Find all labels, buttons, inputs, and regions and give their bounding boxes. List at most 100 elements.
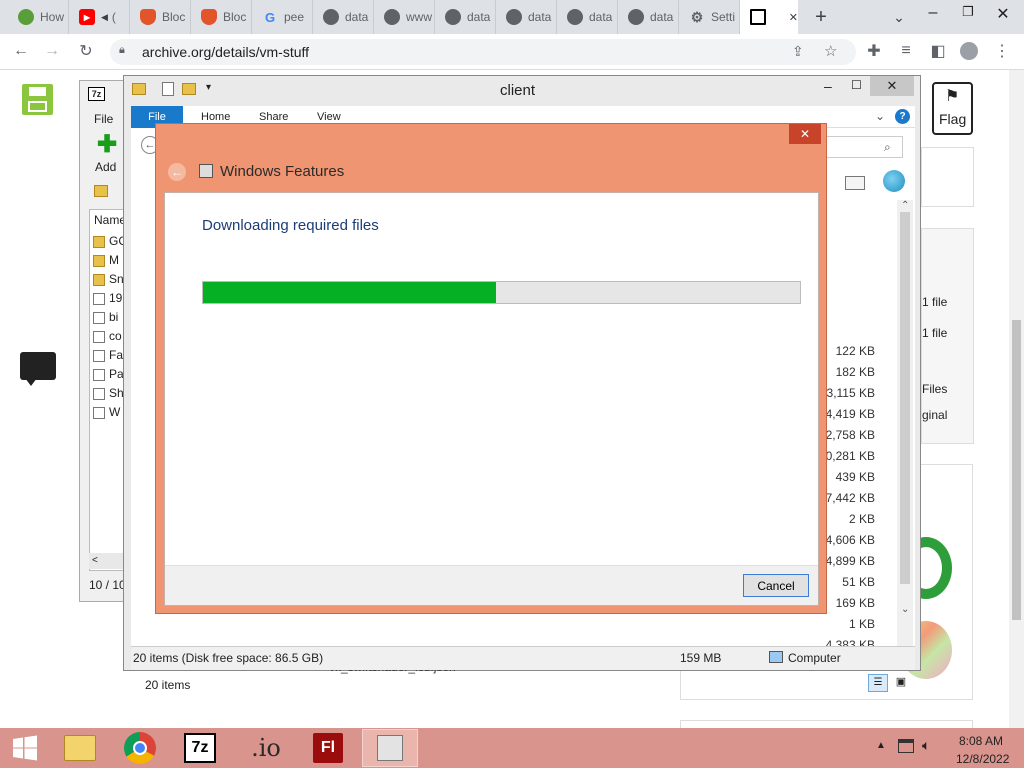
globe-icon bbox=[384, 9, 400, 25]
file-icon bbox=[93, 406, 105, 419]
io-taskbar-label: .io bbox=[251, 734, 281, 762]
browser-tab[interactable]: data bbox=[496, 0, 557, 34]
zip-file-row[interactable]: Sn bbox=[93, 272, 127, 290]
explorer-close-icon[interactable]: ✕ bbox=[870, 76, 914, 96]
folder-icon bbox=[93, 273, 105, 286]
browser-tab[interactable]: ⚙ Setti bbox=[679, 0, 740, 34]
cancel-button[interactable]: Cancel bbox=[743, 574, 809, 597]
folder-up-icon[interactable] bbox=[94, 185, 108, 197]
browser-tab[interactable]: ✕ bbox=[740, 0, 798, 34]
zip-file-row[interactable]: bi bbox=[93, 310, 127, 328]
dialog-heading: Downloading required files bbox=[202, 217, 379, 234]
large-icons-view-icon[interactable]: ▣ bbox=[892, 674, 910, 692]
ribbon-tab-share[interactable]: Share bbox=[259, 111, 288, 123]
file-count-2[interactable]: 1 file bbox=[922, 326, 947, 340]
bookmark-star-icon[interactable]: ☆ bbox=[824, 42, 837, 60]
zip-file-name: W bbox=[109, 405, 121, 419]
zip-file-row[interactable]: 19 bbox=[93, 291, 127, 309]
save-floppy-icon[interactable] bbox=[22, 84, 53, 115]
zip-file-row[interactable]: Fa bbox=[93, 348, 127, 366]
flag-icon: ⚑ bbox=[945, 88, 960, 105]
browser-tab[interactable]: data bbox=[618, 0, 679, 34]
comment-bubble-icon[interactable] bbox=[20, 352, 56, 380]
new-tab-button[interactable]: + bbox=[808, 4, 834, 30]
tab-close-icon[interactable]: ✕ bbox=[789, 11, 798, 24]
file-icon bbox=[93, 368, 105, 381]
forward-arrow-icon[interactable]: → bbox=[42, 41, 62, 61]
clock-date[interactable]: 12/8/2022 bbox=[956, 752, 1009, 766]
zip-file-row[interactable]: Sh bbox=[93, 386, 127, 404]
ribbon-expand-chevron-icon[interactable]: ⌄ bbox=[875, 109, 885, 123]
properties-icon[interactable] bbox=[162, 82, 174, 96]
profile-avatar-icon[interactable] bbox=[959, 41, 979, 61]
zip-file-row[interactable]: M bbox=[93, 253, 127, 271]
clock-time[interactable]: 8:08 AM bbox=[959, 734, 1003, 748]
help-icon[interactable]: ? bbox=[895, 109, 910, 124]
search-icon: ⌕ bbox=[884, 140, 891, 154]
item-count: 20 items bbox=[145, 678, 191, 692]
globe-icon[interactable] bbox=[883, 170, 905, 192]
search-box[interactable]: ⌕ bbox=[821, 136, 903, 158]
page-scrollbar[interactable] bbox=[1009, 70, 1024, 728]
address-bar[interactable]: 🔒︎ archive.org/details/vm-stuff ⇪ ☆ bbox=[110, 39, 856, 65]
back-arrow-icon[interactable]: ← bbox=[11, 41, 31, 61]
tab-search-chevron-icon[interactable]: ⌄ bbox=[890, 9, 908, 27]
browser-tab[interactable]: Bloc bbox=[191, 0, 252, 34]
browser-tab[interactable]: Bloc bbox=[130, 0, 191, 34]
flag-button[interactable]: ⚑ Flag bbox=[932, 82, 973, 135]
menu-file[interactable]: File bbox=[94, 112, 113, 126]
window-restore-icon[interactable]: ❐ bbox=[955, 4, 981, 28]
windows-start-icon[interactable] bbox=[0, 729, 50, 767]
reload-icon[interactable]: ↻ bbox=[76, 41, 96, 61]
7zip-icon[interactable]: 7z bbox=[172, 729, 228, 767]
side-panel-icon[interactable]: ◧ bbox=[928, 41, 948, 61]
network-icon[interactable] bbox=[898, 739, 914, 753]
globe-icon bbox=[567, 9, 583, 25]
file-explorer-icon[interactable] bbox=[52, 729, 108, 767]
quick-access-dropdown-icon[interactable]: ▾ bbox=[206, 82, 211, 93]
computer-icon bbox=[769, 651, 783, 663]
browser-tab[interactable]: www bbox=[374, 0, 435, 34]
browser-tab[interactable]: data bbox=[557, 0, 618, 34]
chrome-icon[interactable] bbox=[112, 729, 168, 767]
windows-features-dialog: ✕ ← Windows Features Downloading require… bbox=[155, 123, 827, 614]
media-queue-icon[interactable]: ≡ bbox=[896, 41, 916, 61]
browser-tab[interactable]: data bbox=[313, 0, 374, 34]
zip-file-row[interactable]: Pa bbox=[93, 367, 127, 385]
file-list-scrollbar[interactable]: ⌃ ⌄ bbox=[897, 200, 913, 660]
file-count-1[interactable]: 1 file bbox=[922, 295, 947, 309]
browser-tab[interactable]: Gpee bbox=[252, 0, 313, 34]
add-plus-icon[interactable]: ✚ bbox=[97, 133, 117, 157]
volume-icon[interactable]: 🔈︎ bbox=[922, 737, 930, 754]
audio-playing-icon[interactable]: ◀ bbox=[101, 12, 108, 23]
zip-file-row[interactable]: co bbox=[93, 329, 127, 347]
window-minimize-icon[interactable]: – bbox=[920, 4, 946, 28]
explorer-status-bar: 20 items (Disk free space: 86.5 GB) 159 … bbox=[131, 646, 915, 670]
new-folder-icon[interactable] bbox=[182, 83, 196, 95]
tray-overflow-chevron-icon[interactable]: ▲ bbox=[876, 740, 886, 751]
details-view-icon[interactable]: ☰ bbox=[868, 674, 888, 692]
browser-tab-title: Setti bbox=[711, 10, 736, 24]
chrome-menu-icon[interactable]: ⋮ bbox=[992, 41, 1012, 61]
explorer-minimize-icon[interactable]: – bbox=[824, 78, 832, 94]
browser-tab[interactable]: How bbox=[8, 0, 69, 34]
io-app-icon[interactable]: .io bbox=[238, 729, 294, 767]
add-button-label[interactable]: Add bbox=[95, 160, 116, 174]
browser-tab[interactable]: data bbox=[435, 0, 496, 34]
side-panel-card-1 bbox=[921, 147, 974, 207]
window-close-icon[interactable]: ✕ bbox=[990, 4, 1016, 28]
share-icon[interactable]: ⇪ bbox=[792, 43, 804, 60]
browser-tab[interactable]: ▶ ◀( bbox=[69, 0, 130, 34]
ribbon-tab-view[interactable]: View bbox=[317, 111, 341, 123]
zip-file-row[interactable]: GC bbox=[93, 234, 127, 252]
explorer-maximize-icon[interactable]: ☐ bbox=[851, 78, 862, 92]
preview-pane-icon[interactable] bbox=[845, 176, 865, 190]
column-name-header[interactable]: Name bbox=[94, 213, 126, 227]
ribbon-tab-home[interactable]: Home bbox=[201, 111, 230, 123]
extensions-puzzle-icon[interactable]: ✚ bbox=[864, 41, 884, 61]
zip-file-row[interactable]: W bbox=[93, 405, 127, 423]
windows-features-taskbar-icon[interactable] bbox=[362, 729, 418, 767]
flash-icon[interactable]: Fl bbox=[300, 729, 356, 767]
dialog-close-button[interactable]: ✕ bbox=[789, 124, 821, 144]
dialog-back-arrow-icon[interactable]: ← bbox=[168, 163, 186, 181]
